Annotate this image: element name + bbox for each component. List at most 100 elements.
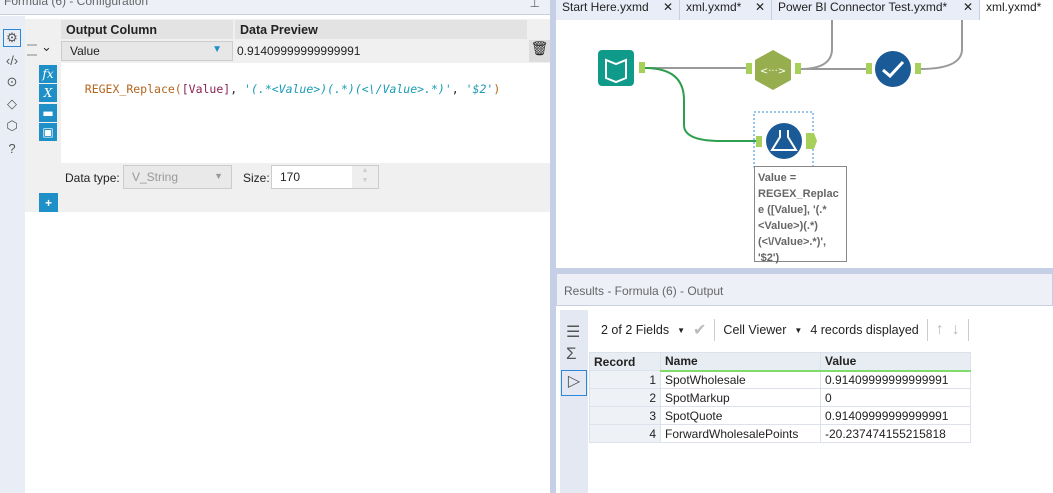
config-sidebar: ⚙ ‹/› ⊙ ◇ ⬡ ? [0, 16, 25, 493]
record-cell: 1 [589, 370, 661, 389]
cube-icon[interactable]: ⬡ [3, 117, 21, 135]
add-formula-button[interactable]: + [39, 193, 58, 212]
pin-icon[interactable]: ⊥ [530, 0, 540, 10]
datatype-value: V_String [132, 170, 179, 184]
svg-text:<···>: <···> [760, 66, 786, 77]
dropdown-arrow-icon: ▼ [212, 44, 222, 55]
tab-label: Start Here.yxmd [562, 0, 649, 14]
tab-xml[interactable]: xml.yxmd* ✕ [680, 0, 772, 20]
data-preview-header: Data Preview [235, 20, 527, 39]
record-cell: 3 [589, 406, 661, 425]
datatype-label: Data type: [65, 171, 120, 185]
table-row[interactable]: 2 SpotMarkup 0 [589, 388, 971, 407]
apply-check-icon[interactable]: ✔ [693, 320, 706, 340]
name-cell[interactable]: SpotMarkup [660, 388, 821, 407]
tag-icon[interactable]: ◇ [3, 95, 21, 113]
name-cell[interactable]: ForwardWholesalePoints [660, 424, 821, 443]
sum-icon[interactable]: Σ [566, 344, 588, 364]
records-count: 4 records displayed [810, 323, 919, 337]
size-label: Size: [243, 171, 270, 185]
formula-replacement: '$2' [465, 82, 494, 96]
output-column-header: Output Column [61, 20, 233, 39]
dropdown-arrow-icon[interactable]: ▼ [677, 326, 685, 335]
connection-line [919, 20, 963, 70]
config-title: Formula (6) - Configuration [4, 0, 149, 8]
connection-line-selected [644, 67, 756, 142]
output-anchor [915, 63, 921, 74]
fields-dropdown[interactable]: 2 of 2 Fields [601, 323, 669, 337]
output-anchor [806, 133, 817, 149]
code-icon[interactable]: ‹/› [3, 51, 21, 69]
results-title: Results - Formula (6) - Output [564, 284, 724, 298]
results-sidebar: ☰ Σ ▷ [560, 310, 588, 493]
value-cell[interactable]: -20.237474155215818 [820, 424, 971, 443]
output-column-value: Value [70, 44, 100, 58]
select-node-icon [875, 51, 911, 87]
tab-label: xml.yxmd* [986, 0, 1042, 14]
record-cell: 2 [589, 388, 661, 407]
gear-icon[interactable]: ⚙ [3, 29, 21, 47]
results-toolbar: 2 of 2 Fields ▼ ✔ Cell Viewer ▼ 4 record… [590, 312, 1053, 348]
chevron-down-icon[interactable]: ⌄ [41, 39, 52, 55]
column-header-name[interactable]: Name [660, 352, 821, 372]
column-header-value[interactable]: Value [820, 352, 971, 372]
help-icon[interactable]: ? [3, 139, 21, 157]
tag-view-icon[interactable]: ▷ [561, 370, 587, 396]
connection-line [799, 20, 833, 70]
formula-separator: , [451, 82, 466, 96]
table-row[interactable]: 4 ForwardWholesalePoints -20.2374741552158… [589, 424, 971, 443]
node-annotation: Value = REGEX_Replace ([Value], '(.*<Val… [754, 166, 847, 264]
name-cell[interactable]: SpotQuote [660, 406, 821, 425]
output-column-select[interactable]: Value ▼ [61, 41, 233, 61]
connection-icon[interactable]: ⊙ [3, 73, 21, 91]
value-cell[interactable]: 0.91409999999999991 [820, 370, 971, 389]
function-icon[interactable]: fx [39, 65, 57, 83]
input-anchor [866, 63, 872, 74]
formula-function: REGEX_Replace( [84, 82, 182, 96]
table-header-row: Record Name Value [589, 352, 971, 372]
record-cell: 4 [589, 424, 661, 443]
output-anchor [639, 62, 645, 73]
output-anchor [795, 63, 801, 74]
drag-handle[interactable] [27, 44, 37, 56]
size-input[interactable]: 170 ▲ ▼ [271, 165, 379, 189]
tab-power-bi[interactable]: Power BI Connector Test.yxmd* ✕ [772, 0, 980, 20]
arrow-up-icon[interactable]: ↑ [936, 321, 944, 339]
arrow-down-icon[interactable]: ↓ [952, 321, 960, 339]
formula-pattern: '(.*<Value>)(.*)(<\/Value>.*)' [244, 82, 452, 96]
config-body: Output Column Data Preview ⌄ Value ▼ 0.9… [25, 16, 550, 493]
close-icon[interactable]: ✕ [755, 0, 765, 20]
config-header: Formula (6) - Configuration ⊥ [0, 0, 550, 15]
formula-close: ) [493, 82, 501, 96]
tab-label: xml.yxmd* [686, 0, 742, 14]
formula-editor[interactable]: REGEX_Replace([Value], '(.*<Value>)(.*)(… [61, 63, 550, 163]
tab-label: Power BI Connector Test.yxmd* [778, 0, 948, 14]
name-cell[interactable]: SpotWholesale [660, 370, 821, 389]
value-cell[interactable]: 0 [820, 388, 971, 407]
save-icon[interactable]: ▣ [39, 123, 57, 141]
variable-icon[interactable]: X [39, 84, 57, 102]
results-table: Record Name Value 1 SpotWholesale 0.914099… [589, 352, 971, 443]
tab-start-here[interactable]: Start Here.yxmd ✕ [556, 0, 680, 20]
close-icon[interactable]: ✕ [663, 0, 673, 20]
input-anchor [756, 136, 762, 147]
data-preview-value: 0.91409999999999991 [237, 44, 361, 58]
table-row[interactable]: 3 SpotQuote 0.91409999999999991 [589, 406, 971, 425]
size-stepper[interactable]: ▲ ▼ [352, 166, 378, 188]
value-cell[interactable]: 0.91409999999999991 [820, 406, 971, 425]
tab-xml-active[interactable]: xml.yxmd* [980, 0, 1053, 20]
cell-viewer-dropdown[interactable]: Cell Viewer [723, 323, 786, 337]
open-folder-icon[interactable]: ▬ [39, 104, 57, 122]
results-header: Results - Formula (6) - Output [556, 273, 1053, 306]
input-anchor [746, 63, 752, 74]
formula-field: [Value] [181, 82, 231, 96]
close-icon[interactable]: ✕ [963, 0, 973, 20]
column-header-record[interactable]: Record [589, 352, 661, 371]
delete-icon[interactable]: 🗑 [529, 40, 550, 62]
list-view-icon[interactable]: ☰ [566, 322, 588, 342]
table-row[interactable]: 1 SpotWholesale 0.91409999999999991 [589, 370, 971, 389]
dropdown-arrow-icon: ▼ [214, 171, 223, 181]
datatype-select[interactable]: V_String ▼ [123, 165, 232, 189]
size-value: 170 [280, 170, 301, 184]
dropdown-arrow-icon[interactable]: ▼ [794, 326, 802, 335]
